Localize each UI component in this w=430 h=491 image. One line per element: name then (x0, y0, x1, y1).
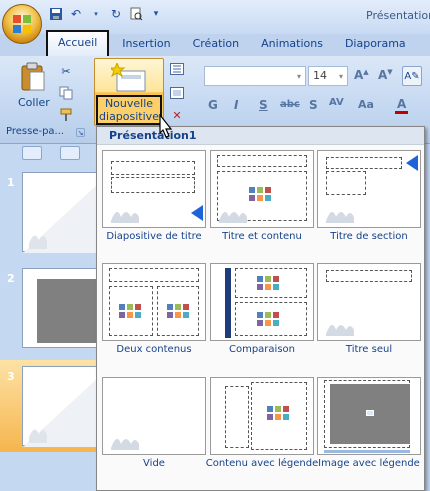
new-slide-icon (111, 63, 146, 92)
slide-number: 2 (7, 272, 15, 285)
content-placeholder-icons (257, 276, 279, 290)
bold-icon[interactable]: G (208, 98, 218, 112)
layout-label: Deux contenus (116, 344, 192, 355)
slide-thumbnail-row[interactable]: 1 (0, 166, 99, 254)
customize-toolbar-icon[interactable]: ▾ (148, 6, 164, 22)
layout-icon[interactable] (168, 60, 186, 78)
layout-thumbnail (210, 377, 314, 455)
tab-diaporama[interactable]: Diaporama (334, 32, 417, 56)
slide-number: 3 (7, 370, 15, 383)
redo-icon[interactable]: ↻ (108, 6, 124, 22)
content-placeholder-icons (167, 304, 189, 318)
slide-number: 1 (7, 176, 15, 189)
layout-title-only[interactable]: Titre seul (317, 263, 421, 375)
layout-two-content[interactable]: Deux contenus (102, 263, 206, 375)
undo-icon[interactable]: ↶ (68, 6, 84, 22)
italic-icon[interactable]: I (234, 98, 238, 112)
clipboard-dialog-launcher-icon[interactable]: ↘ (76, 128, 85, 137)
tab-insertion[interactable]: Insertion (111, 32, 181, 56)
strikethrough-icon[interactable]: abc (280, 99, 300, 110)
layout-label: Titre et contenu (222, 231, 302, 242)
character-spacing-icon[interactable]: AV (329, 97, 344, 108)
clear-formatting-icon[interactable]: A✎ (402, 66, 422, 86)
ribbon-tabs: Accueil Insertion Création Animations Di… (0, 30, 430, 56)
tab-animations[interactable]: Animations (250, 32, 334, 56)
layout-thumbnail (210, 150, 314, 228)
layout-label: Titre seul (345, 344, 393, 355)
copy-icon[interactable] (57, 84, 75, 102)
office-logo-icon (13, 15, 31, 33)
watermark-icon (326, 211, 354, 223)
content-placeholder-icons (267, 406, 289, 420)
watermark-icon (219, 211, 247, 223)
watermark-icon (326, 324, 354, 336)
layout-picture-with-caption[interactable]: Image avec légende (317, 377, 421, 489)
outline-tab-icon[interactable] (60, 146, 80, 160)
font-size-dropdown-icon[interactable]: ▾ (339, 72, 343, 81)
blue-arrow-icon (406, 155, 418, 171)
font-name-input[interactable] (204, 66, 306, 86)
layout-comparison[interactable]: Comparaison (210, 263, 314, 375)
layout-title-and-content[interactable]: Titre et contenu (210, 150, 314, 262)
format-painter-icon[interactable] (57, 106, 75, 124)
gallery-header: Présentation1 (97, 127, 424, 145)
cut-icon[interactable]: ✂ (57, 62, 75, 80)
save-icon[interactable] (48, 6, 64, 22)
layout-thumbnail (210, 263, 314, 341)
slide-thumbnail-row-selected[interactable]: 3 (0, 360, 99, 452)
slide-thumbnail[interactable] (22, 268, 99, 348)
font-color-icon[interactable]: A (395, 97, 409, 114)
print-preview-icon[interactable] (128, 6, 144, 22)
font-name-dropdown-icon[interactable]: ▾ (297, 72, 301, 81)
layout-gallery-dropdown: Présentation1 Diapositive de titre Titre… (96, 126, 425, 491)
layout-label: Image avec légende (318, 458, 420, 469)
layout-blank[interactable]: Vide (102, 377, 206, 489)
quick-access-toolbar: ↶ ▾ ↻ ▾ (48, 6, 164, 22)
shadow-icon[interactable]: S (309, 98, 318, 112)
clipboard-group-label: Presse-pa... (6, 126, 65, 137)
grow-font-icon[interactable]: A▲ (354, 68, 369, 82)
paste-button-label[interactable]: Coller (18, 96, 50, 109)
layout-label: Comparaison (228, 344, 295, 355)
underline-icon[interactable]: S (259, 98, 268, 112)
layout-section-header[interactable]: Titre de section (317, 150, 421, 262)
layout-thumbnail (102, 150, 206, 228)
undo-dropdown-icon[interactable]: ▾ (88, 6, 104, 22)
layout-thumbnail (317, 263, 421, 341)
layout-thumbnail (317, 150, 421, 228)
picture-icon (366, 410, 374, 416)
reset-icon[interactable] (168, 84, 186, 102)
layout-label: Vide (143, 458, 165, 469)
slides-tab-icon[interactable] (22, 146, 42, 160)
layout-content-with-caption[interactable]: Contenu avec légende (206, 377, 318, 489)
layout-label: Titre de section (330, 231, 408, 242)
tab-creation[interactable]: Création (182, 32, 251, 56)
layout-thumbnail (317, 377, 421, 455)
content-placeholder-icons (257, 312, 279, 326)
change-case-icon[interactable]: Aa (358, 98, 374, 111)
layout-thumbnail (102, 263, 206, 341)
slide-thumbnail-row[interactable]: 2 (0, 262, 99, 350)
office-button[interactable] (2, 4, 42, 44)
layout-thumbnail (102, 377, 206, 455)
window-title: Présentation (366, 9, 430, 22)
content-placeholder-icons (119, 304, 141, 318)
slide-thumbnail[interactable] (22, 172, 99, 253)
blue-arrow-icon (191, 205, 203, 221)
mouse-cursor-icon (159, 114, 173, 138)
new-slide-label[interactable]: Nouvelle diapositive (96, 95, 162, 125)
paste-icon[interactable] (20, 62, 46, 92)
watermark-icon (111, 438, 139, 450)
tab-accueil[interactable]: Accueil (46, 30, 110, 56)
shrink-font-icon[interactable]: A▼ (378, 68, 393, 82)
layout-label: Contenu avec légende (205, 458, 319, 469)
watermark-icon (111, 211, 139, 223)
slide-thumbnail[interactable] (22, 366, 99, 447)
layout-title-slide[interactable]: Diapositive de titre (102, 150, 206, 262)
panel-tabs (0, 146, 98, 162)
layout-label: Diapositive de titre (106, 231, 202, 242)
